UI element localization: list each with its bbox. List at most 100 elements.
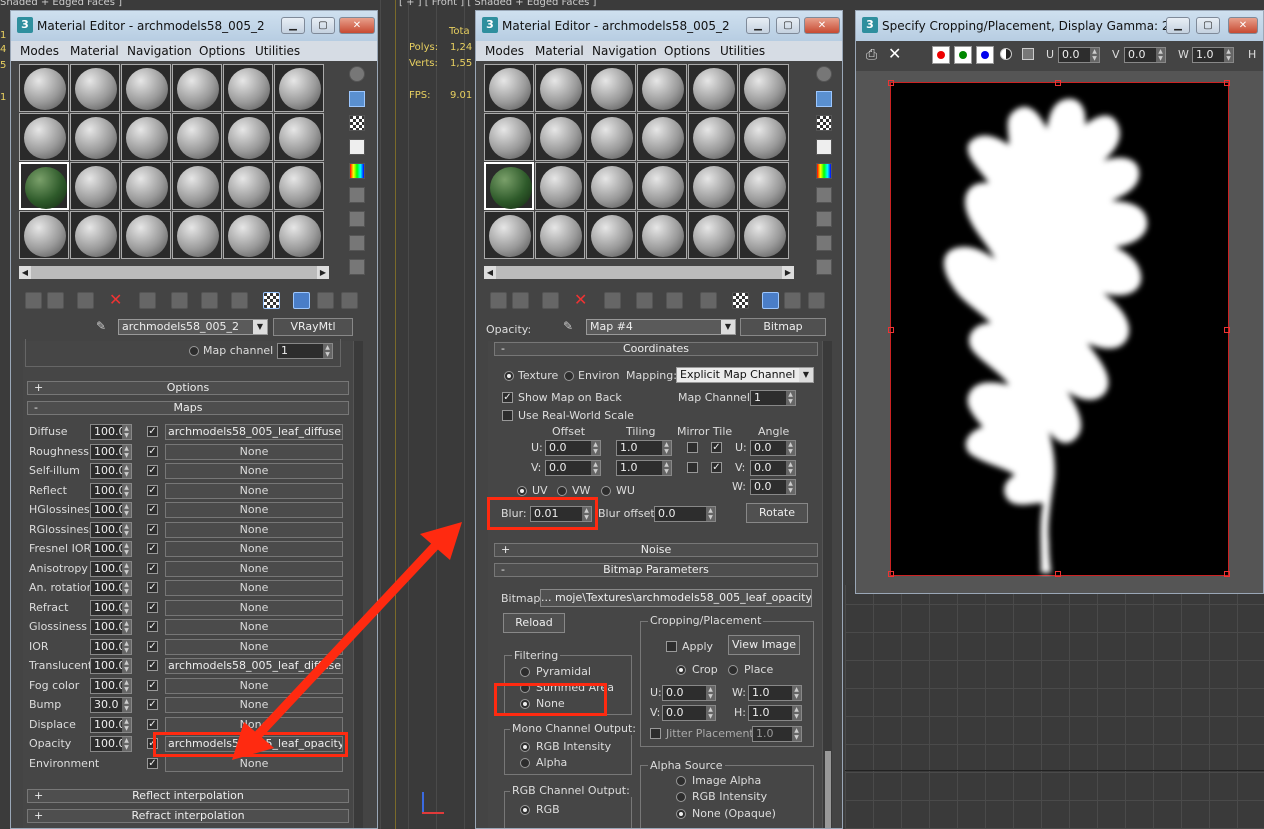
make-preview-icon[interactable] <box>816 187 832 203</box>
menu-material[interactable]: Material <box>535 44 584 58</box>
material-id-channel-icon[interactable] <box>231 292 248 309</box>
place-radio[interactable] <box>728 665 738 675</box>
background-icon[interactable] <box>816 115 832 131</box>
u-angle-input[interactable]: 0.0 ▲ ▼ <box>750 440 796 456</box>
maximize-button[interactable]: ▢ <box>776 17 800 34</box>
maximize-button[interactable]: ▢ <box>311 17 335 34</box>
jitter-placement-input[interactable]: 1.0 ▲ ▼ <box>752 726 802 742</box>
crop-handle-top-left[interactable] <box>888 80 894 86</box>
bitmap-parameters-rollout[interactable]: - Bitmap Parameters <box>494 563 818 577</box>
assign-to-selection-icon[interactable] <box>542 292 559 309</box>
crop-v-input[interactable]: 0.0 ▲ ▼ <box>662 705 716 721</box>
show-shaded-material-icon[interactable] <box>263 292 280 309</box>
menu-navigation[interactable]: Navigation <box>127 44 192 58</box>
map-name-dropdown[interactable]: Map #4 ▼ <box>586 319 736 335</box>
menu-modes[interactable]: Modes <box>20 44 59 58</box>
map-amount-input[interactable]: 100.0 ▲ ▼ <box>90 560 132 577</box>
rgb-radio[interactable] <box>520 805 530 815</box>
alpha-channel-icon[interactable] <box>1000 48 1012 60</box>
map-slot-button[interactable]: None <box>165 463 343 479</box>
sample-slot[interactable] <box>688 113 738 161</box>
blur-offset-input[interactable]: 0.0 ▲ ▼ <box>654 506 716 522</box>
v-tiling-input[interactable]: 1.0 ▲ ▼ <box>616 460 672 476</box>
menu-options[interactable]: Options <box>199 44 245 58</box>
refract-interpolation-rollout[interactable]: + Refract interpolation <box>27 809 349 823</box>
save-image-icon[interactable]: ⎙ <box>866 47 882 63</box>
pick-material-eyedropper-icon[interactable]: ✎ <box>96 319 110 333</box>
sample-slot[interactable] <box>586 211 636 259</box>
u-mirror-checkbox[interactable] <box>687 442 698 453</box>
map-slot-button[interactable]: None <box>165 502 343 518</box>
copy-material-icon[interactable] <box>139 292 156 309</box>
map-enable-checkbox[interactable]: ✓ <box>147 660 158 671</box>
map-slot-button[interactable]: None <box>165 580 343 596</box>
wu-radio[interactable] <box>601 486 611 496</box>
noise-rollout[interactable]: + Noise <box>494 543 818 557</box>
crop-handle-top-right[interactable] <box>1224 80 1230 86</box>
clear-icon[interactable]: ✕ <box>888 46 904 62</box>
sample-slot[interactable] <box>70 64 120 112</box>
sample-slot[interactable] <box>637 211 687 259</box>
sample-slot[interactable] <box>172 113 222 161</box>
backlight-icon[interactable] <box>816 91 832 107</box>
slot-scrollbar[interactable] <box>31 266 317 279</box>
map-enable-checkbox[interactable]: ✓ <box>147 718 158 730</box>
sample-slot[interactable] <box>274 113 324 161</box>
scrollbar-thumb[interactable] <box>825 751 831 828</box>
uv-tiling-icon[interactable] <box>816 139 832 155</box>
v-offset-input[interactable]: 0.0 ▲ ▼ <box>545 460 601 476</box>
map-amount-input[interactable]: 100.0 ▲ ▼ <box>90 677 132 694</box>
uv-tiling-icon[interactable] <box>349 139 365 155</box>
map-slot-button[interactable]: None <box>165 638 343 655</box>
crop-handle-top-middle[interactable] <box>1055 80 1061 86</box>
map-amount-input[interactable]: 100.0 ▲ ▼ <box>90 482 132 499</box>
sample-slot[interactable] <box>172 211 222 259</box>
map-type-button[interactable]: Bitmap <box>740 318 826 336</box>
map-slot-button[interactable]: None <box>165 560 343 577</box>
sample-slot[interactable] <box>739 113 789 161</box>
sample-slot[interactable] <box>172 64 222 112</box>
vw-radio[interactable] <box>557 486 567 496</box>
crop-handle-bottom-left[interactable] <box>888 571 894 577</box>
options-rollout[interactable]: + Options <box>27 381 349 395</box>
menu-options[interactable]: Options <box>664 44 710 58</box>
pick-material-eyedropper-icon[interactable]: ✎ <box>563 319 577 333</box>
image-alpha-radio[interactable] <box>676 776 686 786</box>
select-by-material-icon[interactable] <box>349 235 365 251</box>
map-channel-input[interactable]: 1 ▲ ▼ <box>750 390 796 406</box>
map-enable-checkbox[interactable]: ✓ <box>147 504 158 515</box>
material-id-channel-icon[interactable] <box>700 292 717 309</box>
sample-slot[interactable] <box>739 211 789 259</box>
rgb-intensity-radio[interactable] <box>520 742 530 752</box>
sample-slot[interactable] <box>274 162 324 210</box>
u-tiling-input[interactable]: 1.0 ▲ ▼ <box>616 440 672 456</box>
map-slot-button[interactable]: None <box>165 482 343 499</box>
reflect-interpolation-rollout[interactable]: + Reflect interpolation <box>27 789 349 803</box>
sample-slot[interactable] <box>637 64 687 112</box>
video-color-check-icon[interactable] <box>816 163 832 179</box>
u-tile-checkbox[interactable]: ✓ <box>711 442 722 453</box>
crop-h-input[interactable]: 1.0 ▲ ▼ <box>748 705 802 721</box>
material-editor-window-1[interactable]: 3 Material Editor - archmodels58_005_2 ▁… <box>10 10 378 829</box>
menu-material[interactable]: Material <box>70 44 119 58</box>
map-slot-button[interactable]: None <box>165 619 343 635</box>
map-slot-button[interactable]: None <box>165 716 343 733</box>
map-enable-checkbox[interactable]: ✓ <box>147 679 158 691</box>
map-amount-input[interactable]: 100.0 ▲ ▼ <box>90 580 132 596</box>
crop-handle-middle-left[interactable] <box>888 327 894 333</box>
map-enable-checkbox[interactable]: ✓ <box>147 582 158 593</box>
show-end-result-icon[interactable] <box>762 292 779 309</box>
crop-u-input[interactable]: 0.0 ▲ ▼ <box>662 685 716 701</box>
slot-scroll-right-icon[interactable]: ▶ <box>782 266 794 279</box>
material-navigator-icon[interactable] <box>816 259 832 275</box>
sample-slot[interactable] <box>70 162 120 210</box>
sample-slot[interactable] <box>637 162 687 210</box>
alpha-rgb-intensity-radio[interactable] <box>676 792 686 802</box>
environ-radio[interactable] <box>564 371 574 381</box>
sample-slot[interactable] <box>19 113 69 161</box>
maximize-button[interactable]: ▢ <box>1196 17 1220 34</box>
go-to-parent-icon[interactable] <box>317 292 334 309</box>
rollout-scrollbar[interactable] <box>353 341 363 828</box>
sample-slot[interactable] <box>19 211 69 259</box>
sample-slot[interactable] <box>688 162 738 210</box>
